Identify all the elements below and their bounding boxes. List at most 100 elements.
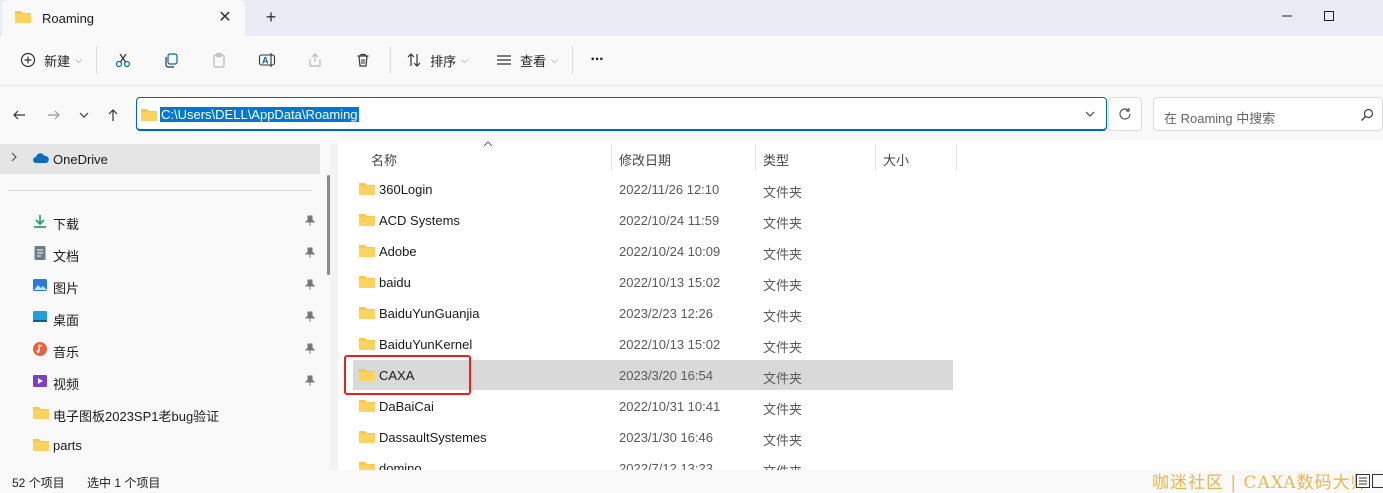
file-type: 文件夹 (763, 278, 803, 293)
file-date: 2023/1/30 16:46 (619, 430, 713, 445)
sidebar-item-label: 桌面 (53, 313, 80, 328)
back-button[interactable] (6, 103, 32, 127)
refresh-icon (1119, 108, 1131, 120)
share-button[interactable] (302, 44, 328, 76)
folder-icon (32, 437, 49, 453)
close-tab-icon[interactable]: ✕ (215, 8, 235, 28)
maximize-button[interactable] (1306, 0, 1352, 32)
view-switcher[interactable] (1356, 474, 1383, 488)
folder-icon (358, 212, 376, 230)
rename-button[interactable]: A (254, 44, 280, 76)
expand-chevron-icon[interactable] (10, 152, 18, 165)
command-bar: 新建 ⌵ A 排序 ⌵ 查看 ⌵ ··· (0, 36, 1383, 86)
sidebar-item-onedrive[interactable]: OneDrive (0, 144, 320, 174)
sort-button[interactable]: 排序 ⌵ (404, 44, 470, 76)
new-tab-button[interactable]: + (260, 6, 282, 28)
sidebar-scrollbar[interactable] (327, 175, 330, 275)
tab-roaming[interactable]: Roaming ✕ (2, 0, 245, 36)
download-icon (32, 213, 48, 229)
pin-icon (304, 215, 316, 230)
pin-icon (304, 247, 316, 262)
sidebar-item-downloads[interactable]: 下载 (0, 207, 320, 237)
folder-icon (358, 181, 376, 199)
file-name: BaiduYunGuanjia (379, 306, 480, 321)
sort-ascending-icon (483, 140, 493, 151)
file-name: DassaultSystemes (379, 430, 487, 445)
copy-button[interactable] (158, 44, 184, 76)
folder-icon (358, 460, 376, 470)
sidebar-item-music[interactable]: 音乐 (0, 335, 320, 365)
arrow-left-icon (13, 110, 25, 120)
sidebar-item-folder-parts[interactable]: parts (0, 431, 320, 461)
sidebar-item-folder-caxa-bug[interactable]: 电子图板2023SP1老bug验证 (0, 399, 320, 429)
sidebar-item-videos[interactable]: 视频 (0, 367, 320, 397)
scissors-icon (115, 53, 131, 68)
forward-button[interactable] (41, 103, 67, 127)
tiles-view-icon[interactable] (1372, 474, 1383, 488)
address-bar[interactable]: C:\Users\DELL\AppData\Roaming (136, 97, 1107, 131)
sidebar-item-label: 视频 (53, 377, 80, 392)
file-name: DaBaiCai (379, 399, 434, 414)
column-divider[interactable] (755, 144, 756, 170)
arrow-up-icon (108, 109, 118, 121)
sidebar-item-documents[interactable]: 文档 (0, 239, 320, 269)
sidebar-item-pictures[interactable]: 图片 (0, 271, 320, 301)
search-box[interactable]: 在 Roaming 中搜索 (1153, 97, 1383, 131)
toolbar-divider (390, 46, 391, 74)
view-list-icon (497, 55, 512, 65)
watermark-text: 咖迷社区 | CAXA数码大师 (1152, 473, 1369, 493)
sidebar-item-desktop[interactable]: 桌面 (0, 303, 320, 333)
file-name: Adobe (379, 244, 417, 259)
file-row[interactable]: baidu 2022/10/13 15:02 文件夹 (353, 267, 953, 297)
file-type: 文件夹 (763, 461, 802, 470)
paste-button[interactable] (206, 44, 232, 76)
chevron-down-icon: ⌵ (551, 54, 558, 65)
file-row[interactable]: DaBaiCai 2022/10/31 10:41 文件夹 (353, 391, 953, 421)
sidebar-item-label: 下载 (53, 217, 80, 232)
file-row[interactable]: 360Login 2022/11/26 12:10 文件夹 (353, 174, 953, 204)
details-view-icon[interactable] (1356, 474, 1370, 488)
selection-count: 选中 1 个项目 (87, 476, 161, 490)
folder-icon (358, 243, 376, 261)
file-type: 文件夹 (763, 185, 803, 200)
new-button[interactable]: 新建 ⌵ (16, 44, 86, 76)
file-row[interactable]: domino 2022/7/12 13:23 文件夹 (353, 453, 953, 470)
file-name: ACD Systems (379, 213, 460, 228)
refresh-button[interactable] (1108, 97, 1142, 131)
search-icon (1360, 108, 1374, 125)
file-row[interactable]: BaiduYunGuanjia 2023/2/23 12:26 文件夹 (353, 298, 953, 328)
delete-button[interactable] (350, 44, 376, 76)
file-name: baidu (379, 275, 411, 290)
pin-icon (304, 343, 316, 358)
music-icon (32, 341, 48, 357)
file-row[interactable]: ACD Systems 2022/10/24 11:59 文件夹 (353, 205, 953, 235)
column-divider[interactable] (875, 144, 876, 170)
sort-icon (407, 53, 421, 67)
cut-button[interactable] (110, 44, 136, 76)
address-path[interactable]: C:\Users\DELL\AppData\Roaming (160, 107, 359, 122)
file-row[interactable]: DassaultSystemes 2023/1/30 16:46 文件夹 (353, 422, 953, 452)
chevron-down-icon (79, 112, 89, 118)
sort-label: 排序 (430, 53, 457, 69)
chevron-down-icon: ⌵ (75, 54, 82, 65)
view-button[interactable]: 查看 ⌵ (494, 44, 560, 76)
sidebar-divider (8, 190, 312, 191)
view-label: 查看 (520, 53, 547, 69)
recent-locations-button[interactable] (71, 103, 97, 127)
column-divider[interactable] (956, 144, 957, 170)
file-type: 文件夹 (763, 216, 803, 231)
minimize-button[interactable] (1264, 0, 1310, 32)
file-type: 文件夹 (763, 371, 803, 386)
folder-icon (358, 336, 376, 354)
column-divider[interactable] (611, 144, 612, 170)
file-date: 2023/2/23 12:26 (619, 306, 713, 321)
up-button[interactable] (100, 103, 126, 127)
pin-icon (304, 279, 316, 294)
more-options-button[interactable]: ··· (584, 44, 610, 76)
copy-icon (165, 53, 178, 68)
toolbar-divider (572, 46, 573, 74)
file-date: 2022/10/13 15:02 (619, 275, 721, 290)
toolbar-divider (96, 46, 97, 74)
chevron-down-icon[interactable] (1084, 108, 1096, 123)
file-row[interactable]: Adobe 2022/10/24 10:09 文件夹 (353, 236, 953, 266)
